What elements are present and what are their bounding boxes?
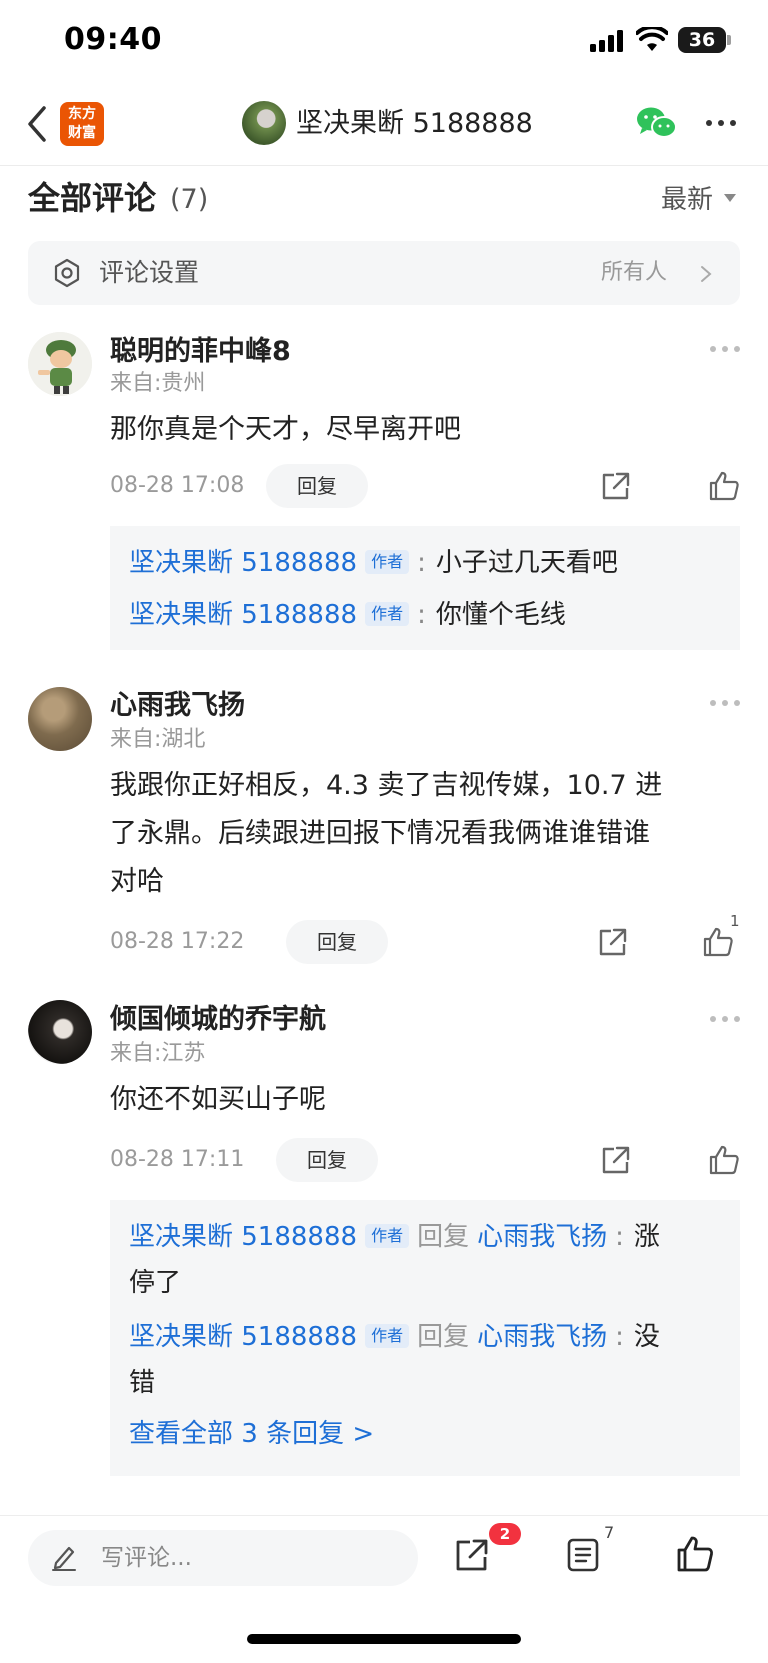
thumbs-up-icon[interactable]: [676, 1535, 714, 1573]
reply-colon: :: [615, 1222, 624, 1252]
comment-text-line: 我跟你正好相反，4.3 卖了吉视传媒，10.7 进: [110, 770, 663, 801]
logo-line-2: 财富: [68, 125, 96, 141]
comment-time: 08-28 17:11: [110, 1147, 245, 1172]
comment-count: 7: [604, 1523, 615, 1542]
avatar[interactable]: [28, 332, 92, 396]
comment-text-line: 对哈: [110, 866, 164, 897]
comments-list-icon[interactable]: [566, 1537, 600, 1573]
avatar[interactable]: [28, 1000, 92, 1064]
comment-text: 那你真是个天才，尽早离开吧: [110, 414, 461, 445]
reply-author[interactable]: 坚决果断 5188888: [129, 548, 357, 578]
avatar-image: [28, 332, 92, 396]
thumbs-up-icon[interactable]: [702, 926, 734, 958]
author-badge: 作者: [365, 602, 410, 626]
more-options-icon[interactable]: [710, 700, 740, 706]
reply-item[interactable]: 坚决果断 5188888 作者: 你懂个毛线: [129, 592, 740, 638]
reply-item[interactable]: 坚决果断 5188888 作者 回复 心雨我飞扬: 没 错: [129, 1314, 740, 1406]
reply-thread: 坚决果断 5188888 作者 回复 心雨我飞扬: 涨 停了 坚决果断 5188888 作…: [110, 1200, 740, 1476]
reply-text: 你懂个毛线: [435, 600, 566, 630]
commenter-location: 来自:湖北: [110, 727, 206, 752]
reply-colon: :: [417, 548, 426, 578]
reply-text-continued: 错: [129, 1368, 156, 1398]
page-title[interactable]: 坚决果断 5188888: [296, 104, 533, 144]
more-options-icon[interactable]: [706, 120, 736, 128]
comment-input[interactable]: [28, 1530, 418, 1586]
reply-text: 涨: [633, 1222, 660, 1252]
comment-input-placeholder[interactable]: 写评论...: [101, 1540, 192, 1576]
reply-thread: 坚决果断 5188888 作者: 小子过几天看吧 坚决果断 5188888 作者: 你懂…: [110, 526, 740, 650]
author-badge: 作者: [365, 550, 410, 574]
more-options-icon[interactable]: [710, 1016, 740, 1022]
reply-verb: 回复: [417, 1322, 470, 1352]
share-icon[interactable]: [597, 926, 629, 958]
back-arrow-icon[interactable]: [24, 104, 50, 144]
reply-text: 小子过几天看吧: [435, 548, 618, 578]
comment-settings-value: 所有人: [601, 260, 668, 285]
battery-indicator: 36: [678, 27, 726, 53]
avatar[interactable]: [28, 687, 92, 751]
thumbs-up-icon[interactable]: [708, 1144, 740, 1176]
comment-settings-label: 评论设置: [99, 258, 200, 287]
comments-section-title: 全部评论: [28, 179, 157, 217]
comment-text: 你还不如买山子呢: [110, 1084, 326, 1115]
gear-icon: [54, 258, 80, 288]
reply-colon: :: [615, 1322, 624, 1352]
reply-author[interactable]: 坚决果断 5188888: [129, 600, 357, 630]
reply-verb: 回复: [417, 1222, 470, 1252]
wifi-icon: [636, 27, 668, 51]
reply-button[interactable]: 回复: [286, 920, 388, 964]
reply-author[interactable]: 坚决果断 5188888: [129, 1322, 357, 1352]
view-all-replies-link[interactable]: 查看全部 3 条回复 >: [129, 1412, 740, 1456]
reply-text: 没: [633, 1322, 660, 1352]
reply-button[interactable]: 回复: [266, 464, 368, 508]
commenter-location: 来自:江苏: [110, 1041, 206, 1066]
more-options-icon[interactable]: [710, 346, 740, 352]
logo-line-1: 东方: [68, 106, 96, 122]
pencil-icon: [52, 1546, 76, 1571]
app-logo[interactable]: 东方 财富: [60, 102, 104, 146]
reply-target[interactable]: 心雨我飞扬: [477, 1322, 607, 1352]
commenter-name[interactable]: 心雨我飞扬: [110, 686, 245, 726]
comment-time: 08-28 17:08: [110, 473, 245, 498]
reply-item[interactable]: 坚决果断 5188888 作者: 小子过几天看吧: [129, 540, 740, 586]
comment-time: 08-28 17:22: [110, 929, 245, 954]
share-icon[interactable]: [454, 1537, 490, 1573]
reply-button[interactable]: 回复: [276, 1138, 378, 1182]
home-indicator: [247, 1634, 521, 1644]
reply-text-continued: 停了: [129, 1268, 182, 1298]
reply-target[interactable]: 心雨我飞扬: [477, 1222, 607, 1252]
reply-author[interactable]: 坚决果断 5188888: [129, 1222, 357, 1252]
commenter-name[interactable]: 聪明的菲中峰8: [110, 332, 291, 372]
battery-nub: [727, 35, 731, 45]
cellular-signal-icon: [590, 30, 626, 52]
chevron-right-icon: [701, 266, 712, 282]
caret-down-icon[interactable]: [724, 194, 736, 202]
author-badge: 作者: [365, 1224, 410, 1248]
comments-count: (7): [170, 184, 209, 215]
comment-text-line: 了永鼎。后续跟进回报下情况看我俩谁谁错谁: [110, 818, 650, 849]
commenter-name[interactable]: 倾国倾城的乔宇航: [110, 1000, 326, 1040]
thumbs-up-icon[interactable]: [708, 470, 740, 502]
share-icon[interactable]: [600, 470, 632, 502]
status-time: 09:40: [64, 22, 162, 57]
reply-colon: :: [417, 600, 426, 630]
commenter-location: 来自:贵州: [110, 371, 206, 396]
wechat-icon[interactable]: [636, 106, 678, 140]
author-avatar[interactable]: [242, 101, 286, 145]
author-badge: 作者: [365, 1324, 410, 1348]
reply-item[interactable]: 坚决果断 5188888 作者 回复 心雨我飞扬: 涨 停了: [129, 1214, 740, 1306]
like-count: 1: [730, 912, 740, 930]
share-icon[interactable]: [600, 1144, 632, 1176]
sort-dropdown[interactable]: 最新: [661, 180, 713, 220]
share-count-badge: 2: [489, 1523, 521, 1545]
